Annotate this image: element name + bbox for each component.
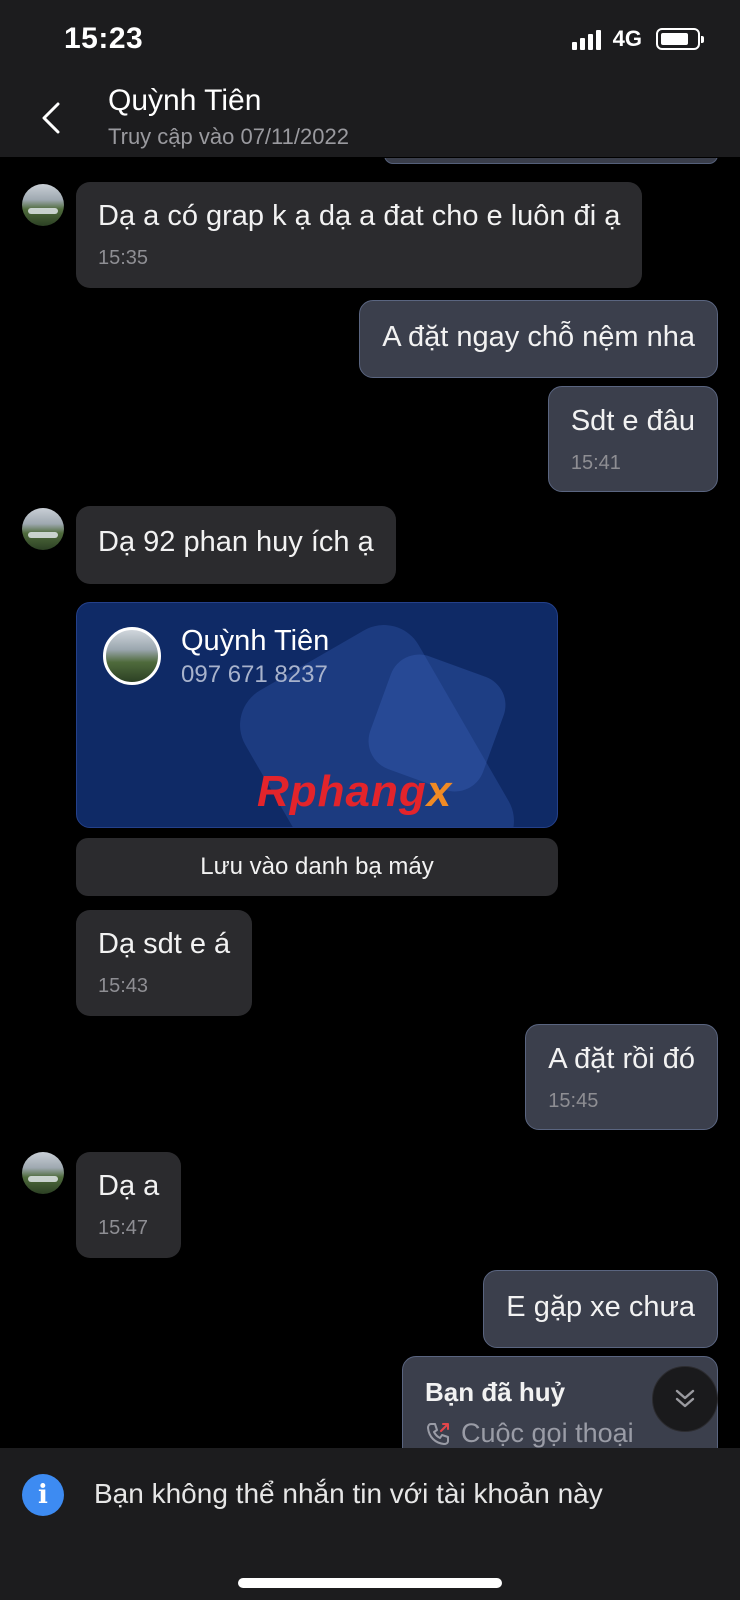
card-watermark-logo: Rphangx bbox=[257, 767, 453, 816]
message-list[interactable]: Dạ a có grap k ạ dạ a đat cho e luôn đi … bbox=[0, 158, 740, 1448]
message-text: A đặt ngay chỗ nệm nha bbox=[382, 321, 695, 353]
blocked-notice-text: Bạn không thể nhắn tin với tài khoản này bbox=[94, 1478, 603, 1509]
back-button[interactable] bbox=[36, 98, 66, 138]
save-contact-button[interactable]: Lưu vào danh bạ máy bbox=[76, 838, 558, 896]
avatar[interactable] bbox=[22, 1152, 64, 1194]
call-type-label: Cuộc gọi thoại bbox=[461, 1418, 634, 1448]
message-time: 15:35 bbox=[98, 247, 149, 269]
message-text: Dạ a bbox=[98, 1170, 160, 1202]
message-bubble-incoming[interactable]: Dạ a 15:47 bbox=[76, 1152, 182, 1258]
message-bubble-partial bbox=[384, 158, 718, 164]
message-text: E gặp xe chưa bbox=[506, 1291, 695, 1323]
message-bubble-incoming[interactable]: Dạ sdt e á 15:43 bbox=[76, 910, 253, 1016]
chat-header: Quỳnh Tiên Truy cập vào 07/11/2022 bbox=[0, 80, 740, 158]
message-time: 15:43 bbox=[98, 975, 149, 997]
message-bubble-outgoing[interactable]: E gặp xe chưa bbox=[483, 1270, 718, 1348]
message-time: 15:47 bbox=[98, 1217, 149, 1239]
status-time: 15:23 bbox=[64, 22, 144, 55]
call-type-row: Cuộc gọi thoại bbox=[425, 1418, 695, 1448]
contact-name[interactable]: Quỳnh Tiên bbox=[108, 84, 261, 118]
message-bubble-outgoing[interactable]: A đặt ngay chỗ nệm nha bbox=[359, 300, 718, 378]
back-chevron-icon bbox=[42, 102, 60, 134]
card-avatar bbox=[103, 627, 161, 685]
message-bubble-outgoing[interactable]: Sdt e đâu 15:41 bbox=[547, 386, 718, 492]
message-time: 15:41 bbox=[570, 452, 621, 474]
message-text: A đặt rồi đó bbox=[548, 1043, 695, 1075]
contact-card[interactable]: Quỳnh Tiên 097 671 8237 Rphangx bbox=[76, 602, 558, 828]
signal-icon bbox=[571, 28, 601, 50]
message-bubble-incoming[interactable]: Dạ 92 phan huy ích ạ bbox=[76, 506, 396, 584]
message-text: Dạ 92 phan huy ích ạ bbox=[98, 526, 374, 558]
message-text: Dạ a có grap k ạ dạ a đat cho e luôn đi … bbox=[98, 200, 621, 232]
message-text: Sdt e đâu bbox=[570, 405, 695, 437]
message-bubble-incoming[interactable]: Dạ a có grap k ạ dạ a đat cho e luôn đi … bbox=[76, 182, 643, 288]
home-indicator[interactable] bbox=[238, 1578, 502, 1588]
network-label: 4G bbox=[612, 26, 642, 51]
double-chevron-down-icon bbox=[675, 1389, 695, 1408]
status-bar: 15:23 4G bbox=[0, 0, 740, 80]
message-time: 15:45 bbox=[548, 1090, 599, 1112]
status-indicators: 4G bbox=[571, 26, 704, 52]
blocked-notice-bar: i Bạn không thể nhắn tin với tài khoản n… bbox=[0, 1448, 740, 1600]
avatar[interactable] bbox=[22, 508, 64, 550]
info-icon: i bbox=[22, 1474, 64, 1516]
last-seen-status: Truy cập vào 07/11/2022 bbox=[108, 124, 349, 149]
message-bubble-outgoing[interactable]: A đặt rồi đó 15:45 bbox=[525, 1024, 718, 1130]
battery-icon bbox=[656, 28, 704, 50]
avatar[interactable] bbox=[22, 184, 64, 226]
message-text: Dạ sdt e á bbox=[98, 928, 231, 960]
outgoing-call-icon bbox=[427, 1422, 449, 1445]
card-phone-number: 097 671 8237 bbox=[181, 661, 328, 688]
scroll-to-bottom-button[interactable] bbox=[652, 1366, 718, 1432]
card-contact-name: Quỳnh Tiên bbox=[181, 625, 330, 657]
